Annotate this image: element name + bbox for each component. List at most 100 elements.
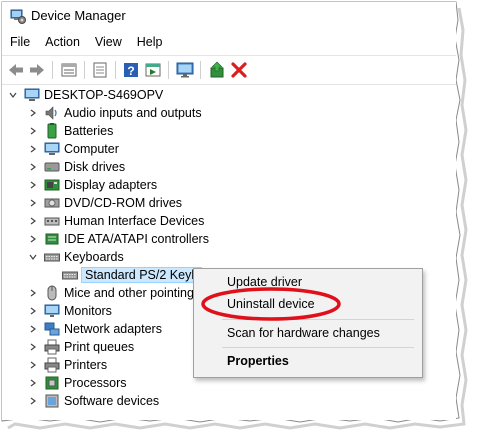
tree-item-label: Printers xyxy=(64,358,108,372)
chevron-right-icon[interactable] xyxy=(26,302,40,320)
tree-item-printers[interactable]: Printers xyxy=(26,356,107,374)
tree-item-label: Disk drives xyxy=(64,160,126,174)
tree-item-label: Human Interface Devices xyxy=(64,214,205,228)
chevron-right-icon[interactable] xyxy=(26,284,40,302)
driver-icon[interactable] xyxy=(91,61,109,79)
menu-file[interactable]: File xyxy=(2,33,37,53)
device-manager-app-icon xyxy=(10,9,26,24)
tree-item-display-adapters[interactable]: Display adapters xyxy=(26,176,157,194)
monitor-icon xyxy=(44,304,60,317)
display-adapter-icon xyxy=(44,179,60,191)
chevron-right-icon[interactable] xyxy=(26,374,40,392)
tree-item-label: Mice and other pointing xyxy=(64,286,194,300)
tree-item-print-queues[interactable]: Print queues xyxy=(26,338,134,356)
properties-menu-item[interactable]: Properties xyxy=(227,354,289,368)
chevron-right-icon[interactable] xyxy=(26,356,40,374)
chevron-right-icon[interactable] xyxy=(26,122,40,140)
tree-item-network[interactable]: Network adapters xyxy=(26,320,162,338)
chevron-right-icon[interactable] xyxy=(26,392,40,410)
context-menu: Update driver Uninstall device Scan for … xyxy=(193,268,423,378)
monitor-icon[interactable] xyxy=(176,61,194,79)
tree-item-disk-drives[interactable]: Disk drives xyxy=(26,158,125,176)
tree-item-processors[interactable]: Processors xyxy=(26,374,127,392)
toolbar-separator xyxy=(52,61,53,79)
update-driver-menu-item[interactable]: Update driver xyxy=(227,275,302,289)
tree-item-label: IDE ATA/ATAPI controllers xyxy=(64,232,209,246)
printer-icon xyxy=(44,357,60,373)
uninstall-icon[interactable] xyxy=(230,61,248,79)
menu-bar: File Action View Help xyxy=(2,33,170,53)
forward-icon[interactable] xyxy=(28,61,46,79)
tree-item-batteries[interactable]: Batteries xyxy=(26,122,113,140)
tree-item-audio[interactable]: Audio inputs and outputs xyxy=(26,104,202,122)
tree-item-label: DVD/CD-ROM drives xyxy=(64,196,183,210)
computer-icon xyxy=(44,142,60,155)
chevron-down-icon[interactable] xyxy=(6,86,20,104)
chevron-right-icon[interactable] xyxy=(26,104,40,122)
computer-icon xyxy=(24,88,40,101)
battery-icon xyxy=(47,123,57,139)
ide-icon xyxy=(45,233,59,245)
tree-root-label: DESKTOP-S469OPV xyxy=(44,88,164,102)
menu-view[interactable]: View xyxy=(87,33,129,53)
tree-item-keyboards[interactable]: Keyboards xyxy=(26,248,124,266)
tree-item-monitors[interactable]: Monitors xyxy=(26,302,112,320)
chevron-down-icon[interactable] xyxy=(26,248,40,266)
keyboard-icon xyxy=(62,271,78,280)
properties-icon[interactable] xyxy=(60,61,78,79)
menu-action[interactable]: Action xyxy=(37,33,87,53)
svg-text:?: ? xyxy=(127,64,134,78)
tree-item-dvd[interactable]: DVD/CD-ROM drives xyxy=(26,194,182,212)
chevron-right-icon[interactable] xyxy=(26,320,40,338)
selected-device-label: Standard PS/2 Keyb xyxy=(80,267,203,283)
title-bar: Device Manager xyxy=(2,2,456,30)
help-icon[interactable]: ? xyxy=(122,61,140,79)
tree-item-hid[interactable]: Human Interface Devices xyxy=(26,212,204,230)
hid-icon xyxy=(44,217,60,226)
tree-item-label: Network adapters xyxy=(64,322,162,336)
chevron-right-icon[interactable] xyxy=(26,338,40,356)
tree-item-label: Monitors xyxy=(64,304,112,318)
keyboard-icon xyxy=(44,253,60,262)
tree-item-software-devices[interactable]: Software devices xyxy=(26,392,159,410)
chevron-right-icon[interactable] xyxy=(26,140,40,158)
tree-item-ide[interactable]: IDE ATA/ATAPI controllers xyxy=(26,230,209,248)
tree-item-label: Computer xyxy=(64,142,119,156)
scan-hardware-menu-item[interactable]: Scan for hardware changes xyxy=(227,326,380,340)
toolbar-separator xyxy=(200,61,201,79)
tree-item-label: Software devices xyxy=(64,394,160,408)
tree-item-label: Processors xyxy=(64,376,127,390)
toolbar-separator xyxy=(84,61,85,79)
network-icon xyxy=(44,322,60,336)
tree-item-mice[interactable]: Mice and other pointing xyxy=(26,284,194,302)
toolbar-separator xyxy=(115,61,116,79)
chevron-right-icon[interactable] xyxy=(26,230,40,248)
back-icon[interactable] xyxy=(7,61,25,79)
mouse-icon xyxy=(47,285,57,301)
tree-item-computer[interactable]: Computer xyxy=(26,140,119,158)
processor-icon xyxy=(45,376,59,390)
window-title: Device Manager xyxy=(31,8,126,23)
menu-separator xyxy=(222,347,414,348)
menu-help[interactable]: Help xyxy=(129,33,170,53)
action-icon[interactable] xyxy=(144,61,162,79)
device-manager-window: Device Manager File Action View Help ? D… xyxy=(2,2,456,420)
chevron-right-icon[interactable] xyxy=(26,212,40,230)
speaker-icon xyxy=(45,106,57,120)
tree-root[interactable]: DESKTOP-S469OPV xyxy=(6,86,163,104)
printer-icon xyxy=(44,339,60,355)
chevron-right-icon[interactable] xyxy=(26,194,40,212)
toolbar-separator xyxy=(168,61,169,79)
tree-item-ps2-keyboard[interactable]: Standard PS/2 Keyb xyxy=(44,266,203,284)
chevron-right-icon[interactable] xyxy=(26,176,40,194)
chevron-right-icon[interactable] xyxy=(26,158,40,176)
tree-item-label: Audio inputs and outputs xyxy=(64,106,202,120)
menu-separator xyxy=(222,319,414,320)
dvd-icon xyxy=(44,198,60,208)
tree-item-label: Display adapters xyxy=(64,178,158,192)
update-driver-icon[interactable] xyxy=(208,61,226,79)
tree-item-label: Print queues xyxy=(64,340,135,354)
uninstall-device-menu-item[interactable]: Uninstall device xyxy=(227,297,315,311)
tree-item-label: Batteries xyxy=(64,124,114,138)
tree-item-label: Keyboards xyxy=(64,250,124,264)
